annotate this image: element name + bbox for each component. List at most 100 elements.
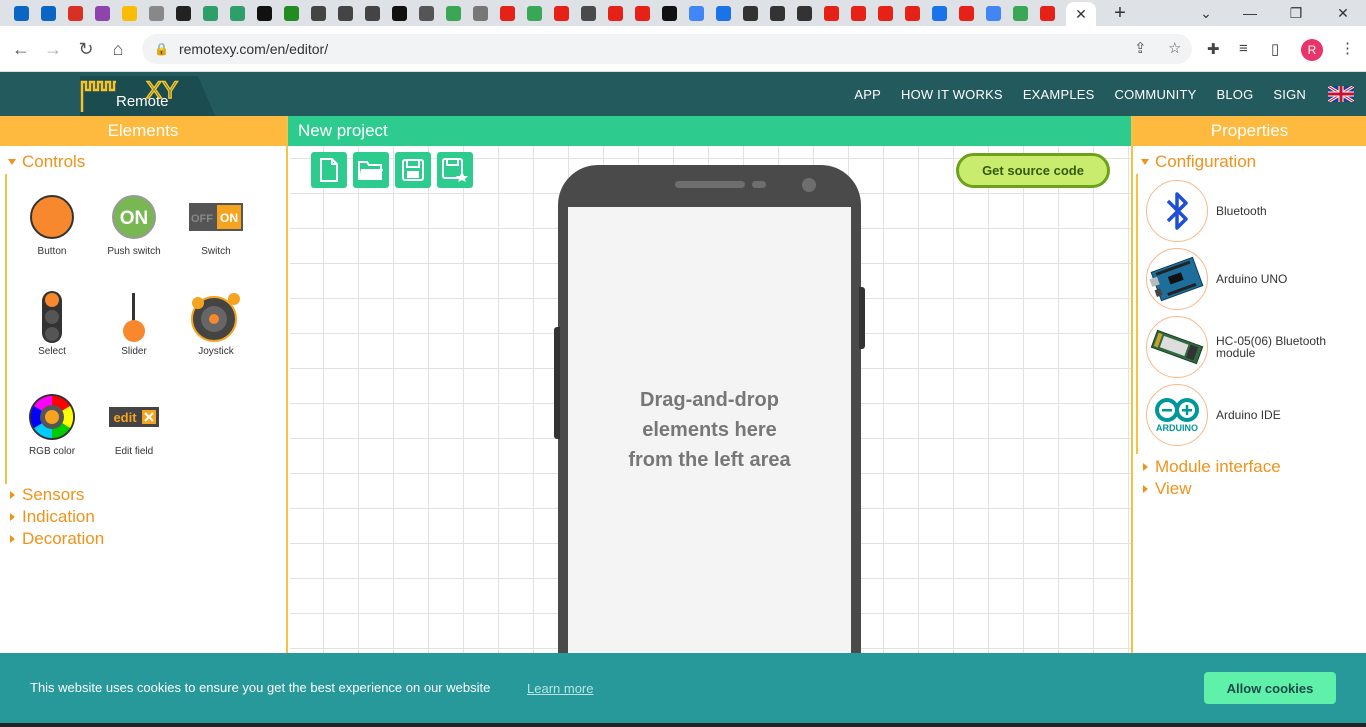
nav-how-it-works[interactable]: HOW IT WORKS (901, 87, 1003, 102)
profile-avatar[interactable]: R (1301, 39, 1323, 61)
close-window-icon[interactable]: ✕ (1320, 0, 1366, 26)
side-panel-icon[interactable]: ▯ (1271, 40, 1279, 58)
tab-favicon-icon[interactable] (467, 0, 494, 26)
reload-icon[interactable]: ↻ (73, 36, 99, 62)
tab-favicon-icon[interactable] (575, 0, 602, 26)
tab-favicon-icon[interactable] (494, 0, 521, 26)
config-arduino-ide[interactable]: ARDUINO Arduino IDE (1146, 384, 1356, 446)
phone-side-button-right (859, 287, 865, 349)
nav-blog[interactable]: BLOG (1216, 87, 1253, 102)
controls-indent-bar (5, 174, 7, 484)
tab-favicon-icon[interactable] (899, 0, 926, 26)
bookmark-star-icon[interactable]: ☆ (1168, 39, 1181, 57)
nav-community[interactable]: COMMUNITY (1115, 87, 1197, 102)
tab-favicon-icon[interactable] (980, 0, 1007, 26)
tab-favicon-icon[interactable] (656, 0, 683, 26)
tab-favicon-icon[interactable] (791, 0, 818, 26)
tab-favicon-icon[interactable] (629, 0, 656, 26)
tab-favicon-icon[interactable] (818, 0, 845, 26)
tab-search-icon[interactable]: ⌄ (1183, 0, 1229, 26)
tab-favicon-icon[interactable] (764, 0, 791, 26)
project-title[interactable]: New project (288, 116, 1131, 146)
tab-favicon-icon[interactable] (170, 0, 197, 26)
nav-sign[interactable]: SIGN (1273, 87, 1306, 102)
remotexy-logo[interactable]: Remote XY (80, 76, 215, 116)
controls-section[interactable]: Controls (0, 151, 286, 173)
favicon-swatch (68, 5, 83, 21)
element-button[interactable]: Button (12, 192, 92, 257)
tab-favicon-icon[interactable] (926, 0, 953, 26)
tab-favicon-icon[interactable] (413, 0, 440, 26)
tab-favicon-icon[interactable] (521, 0, 548, 26)
save-as-icon (442, 158, 468, 182)
configuration-section[interactable]: Configuration (1133, 151, 1366, 173)
tab-favicon-icon[interactable] (1007, 0, 1034, 26)
tab-favicon-icon[interactable] (35, 0, 62, 26)
get-source-code-button[interactable]: Get source code (956, 153, 1110, 188)
sensors-section[interactable]: Sensors (0, 484, 280, 506)
allow-cookies-button[interactable]: Allow cookies (1204, 672, 1336, 704)
decoration-section[interactable]: Decoration (0, 528, 280, 550)
tab-favicon-icon[interactable] (710, 0, 737, 26)
element-slider[interactable]: Slider (94, 292, 174, 357)
element-joystick[interactable]: Joystick (176, 292, 256, 357)
back-icon[interactable]: ← (8, 36, 34, 62)
element-rgb-color[interactable]: RGB color (12, 392, 92, 457)
active-tab[interactable]: ✕ (1066, 2, 1096, 26)
restore-icon[interactable]: ❐ (1273, 0, 1319, 26)
element-push-switch[interactable]: ON Push switch (94, 192, 174, 257)
tab-favicon-icon[interactable] (332, 0, 359, 26)
lock-icon[interactable]: 🔒 (154, 42, 169, 56)
cookie-learn-more-link[interactable]: Learn more (527, 681, 593, 696)
share-icon[interactable]: ⇪ (1134, 39, 1147, 57)
tab-favicon-icon[interactable] (251, 0, 278, 26)
tab-favicon-icon[interactable] (278, 0, 305, 26)
tab-favicon-icon[interactable] (116, 0, 143, 26)
element-switch[interactable]: OFF ON Switch (176, 192, 256, 257)
nav-examples[interactable]: EXAMPLES (1023, 87, 1095, 102)
new-project-button[interactable] (311, 152, 347, 188)
browser-menu-icon[interactable]: ⋮ (1340, 39, 1355, 57)
tab-favicon-icon[interactable] (953, 0, 980, 26)
close-tab-icon[interactable]: ✕ (1075, 6, 1087, 23)
save-as-button[interactable] (437, 152, 473, 188)
view-section[interactable]: View (1133, 478, 1363, 500)
tab-favicon-icon[interactable] (737, 0, 764, 26)
tab-favicon-icon[interactable] (602, 0, 629, 26)
tab-favicon-icon[interactable] (683, 0, 710, 26)
tab-favicon-icon[interactable] (386, 0, 413, 26)
reading-list-icon[interactable]: ≡ (1239, 40, 1248, 57)
uk-flag-icon[interactable] (1328, 86, 1354, 102)
tab-favicon-icon[interactable] (359, 0, 386, 26)
element-edit-field[interactable]: edit Edit field (94, 392, 174, 457)
element-select[interactable]: Select (12, 291, 92, 357)
tab-favicon-icon[interactable] (872, 0, 899, 26)
open-project-button[interactable] (353, 152, 389, 188)
tab-favicon-icon[interactable] (89, 0, 116, 26)
favicon-swatch (419, 5, 434, 21)
new-tab-button[interactable]: + (1108, 1, 1132, 25)
nav-app[interactable]: APP (854, 87, 881, 102)
config-hc05-module[interactable]: HC-05(06) Bluetooth module (1146, 316, 1356, 378)
tab-favicon-icon[interactable] (197, 0, 224, 26)
tab-favicon-icon[interactable] (224, 0, 251, 26)
tab-favicon-icon[interactable] (143, 0, 170, 26)
extensions-icon[interactable]: ✚ (1207, 40, 1220, 58)
module-interface-section[interactable]: Module interface (1133, 456, 1363, 478)
omnibox[interactable]: 🔒 remotexy.com/en/editor/ ⇪ ☆ (142, 34, 1192, 64)
tab-favicon-icon[interactable] (1034, 0, 1061, 26)
tab-favicon-icon[interactable] (62, 0, 89, 26)
forward-icon[interactable]: → (40, 36, 66, 62)
url-text[interactable]: remotexy.com/en/editor/ (179, 41, 328, 57)
tab-favicon-icon[interactable] (845, 0, 872, 26)
config-bluetooth[interactable]: Bluetooth (1146, 180, 1356, 242)
config-arduino-uno[interactable]: Arduino UNO (1146, 248, 1356, 310)
indication-section[interactable]: Indication (0, 506, 280, 528)
tab-favicon-icon[interactable] (8, 0, 35, 26)
tab-favicon-icon[interactable] (440, 0, 467, 26)
minimize-icon[interactable]: — (1227, 0, 1273, 26)
save-project-button[interactable] (395, 152, 431, 188)
tab-favicon-icon[interactable] (305, 0, 332, 26)
tab-favicon-icon[interactable] (548, 0, 575, 26)
home-icon[interactable]: ⌂ (105, 36, 131, 62)
